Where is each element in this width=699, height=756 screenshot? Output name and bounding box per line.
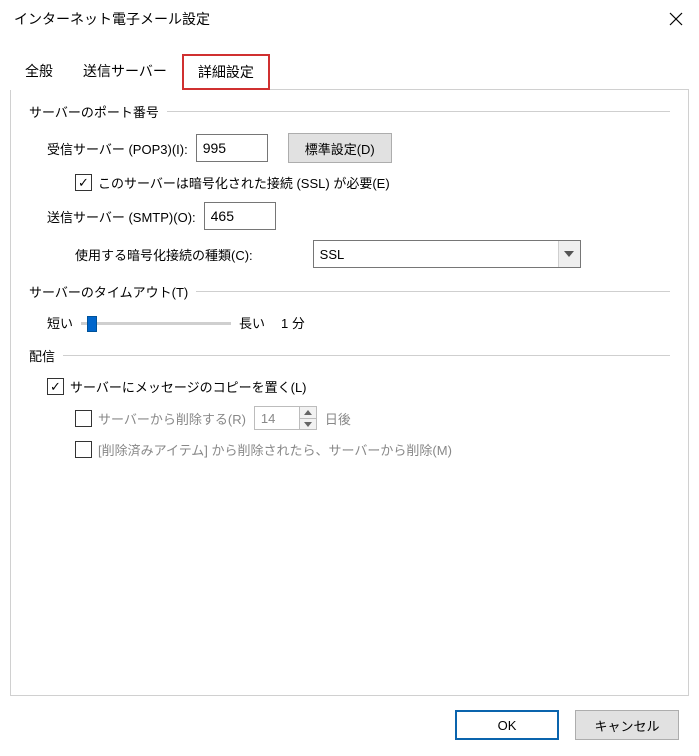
- close-button[interactable]: [653, 0, 699, 38]
- leave-copy-label: サーバーにメッセージのコピーを置く(L): [70, 377, 307, 396]
- encryption-type-combo[interactable]: SSL: [313, 240, 581, 268]
- ok-button[interactable]: OK: [455, 710, 559, 740]
- group-timeout: サーバーのタイムアウト(T) 短い 長い 1 分: [29, 282, 670, 332]
- encryption-type-value: SSL: [320, 247, 558, 262]
- cancel-button[interactable]: キャンセル: [575, 710, 679, 740]
- slider-track: [81, 322, 231, 325]
- timeout-long-label: 長い: [239, 313, 265, 332]
- spinner-down[interactable]: [300, 418, 316, 429]
- title-bar: インターネット電子メール設定: [0, 0, 699, 38]
- timeout-slider[interactable]: [81, 314, 231, 332]
- group-server-ports: サーバーのポート番号 受信サーバー (POP3)(I): 標準設定(D) このサ…: [29, 102, 670, 268]
- group-delivery: 配信 サーバーにメッセージのコピーを置く(L) サーバーから削除する(R) 14: [29, 346, 670, 459]
- remove-after-label: サーバーから削除する(R): [98, 409, 246, 428]
- remove-on-delete-checkbox[interactable]: [75, 441, 92, 458]
- days-suffix-label: 日後: [325, 409, 351, 428]
- window-title: インターネット電子メール設定: [14, 9, 210, 29]
- divider: [167, 111, 670, 112]
- smtp-label: 送信サーバー (SMTP)(O):: [47, 207, 196, 226]
- remove-after-days-spinner[interactable]: 14: [254, 406, 317, 430]
- group-timeout-title: サーバーのタイムアウト(T): [29, 282, 188, 301]
- group-server-ports-title: サーバーのポート番号: [29, 102, 159, 121]
- smtp-port-input[interactable]: [204, 202, 276, 230]
- ssl-required-checkbox[interactable]: [75, 174, 92, 191]
- group-delivery-title: 配信: [29, 346, 55, 365]
- divider: [63, 355, 670, 356]
- remove-after-checkbox[interactable]: [75, 410, 92, 427]
- chevron-down-icon: [304, 422, 312, 427]
- chevron-down-icon: [558, 241, 580, 267]
- divider: [196, 291, 670, 292]
- tab-general[interactable]: 全般: [10, 54, 68, 90]
- spinner-up[interactable]: [300, 407, 316, 418]
- tab-advanced[interactable]: 詳細設定: [182, 54, 270, 90]
- tab-bar: 全般 送信サーバー 詳細設定: [0, 53, 699, 89]
- ssl-required-label: このサーバーは暗号化された接続 (SSL) が必要(E): [98, 173, 390, 192]
- timeout-value: 1 分: [281, 313, 305, 332]
- pop3-port-input[interactable]: [196, 134, 268, 162]
- pop3-label: 受信サーバー (POP3)(I):: [47, 139, 188, 158]
- tab-panel-advanced: サーバーのポート番号 受信サーバー (POP3)(I): 標準設定(D) このサ…: [10, 89, 689, 696]
- chevron-up-icon: [304, 410, 312, 415]
- timeout-short-label: 短い: [47, 313, 73, 332]
- slider-thumb[interactable]: [87, 316, 97, 332]
- leave-copy-checkbox[interactable]: [47, 378, 64, 395]
- defaults-button[interactable]: 標準設定(D): [288, 133, 392, 163]
- tab-outgoing-server[interactable]: 送信サーバー: [68, 54, 182, 90]
- encryption-type-label: 使用する暗号化接続の種類(C):: [75, 245, 253, 264]
- remove-after-days-value: 14: [254, 406, 300, 430]
- dialog-footer: OK キャンセル: [0, 696, 699, 756]
- close-icon: [669, 12, 683, 26]
- remove-on-delete-label: [削除済みアイテム] から削除されたら、サーバーから削除(M): [98, 440, 452, 459]
